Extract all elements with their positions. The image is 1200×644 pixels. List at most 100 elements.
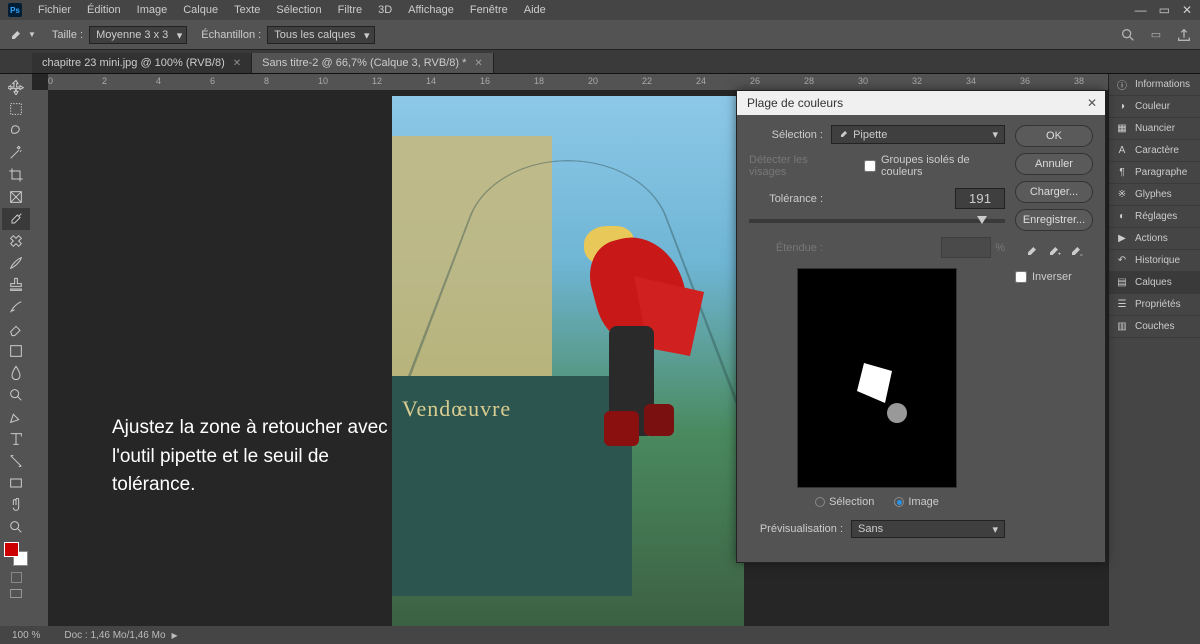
dialog-title-bar[interactable]: Plage de couleurs ✕ xyxy=(737,91,1105,115)
close-tab-icon[interactable]: ✕ xyxy=(474,58,482,69)
rect-tool[interactable] xyxy=(2,472,30,494)
eyedropper-minus-icon[interactable] xyxy=(1068,243,1084,259)
panel-propriétés[interactable]: ☰Propriétés xyxy=(1109,294,1200,316)
quickmask-icon[interactable] xyxy=(11,572,22,583)
panel-nuancier[interactable]: ▦Nuancier xyxy=(1109,118,1200,140)
preview-label: Prévisualisation : xyxy=(749,523,843,535)
path-tool[interactable] xyxy=(2,450,30,472)
selection-dropdown[interactable]: Pipette xyxy=(831,125,1005,144)
panel-actions[interactable]: ▶Actions xyxy=(1109,228,1200,250)
menu-filtre[interactable]: Filtre xyxy=(330,2,370,18)
swatch-icon: ▦ xyxy=(1115,122,1129,136)
preview-image-radio[interactable]: Image xyxy=(894,496,939,508)
screenmode-icon[interactable] xyxy=(8,587,24,604)
tolerance-input[interactable] xyxy=(955,188,1005,209)
canvas[interactable]: Vendœuvre xyxy=(392,96,744,626)
size-select[interactable]: Moyenne 3 x 3 xyxy=(89,26,187,44)
zoom-tool[interactable] xyxy=(2,516,30,538)
lasso-tool[interactable] xyxy=(2,120,30,142)
char-icon: A xyxy=(1115,144,1129,158)
ruler-vertical xyxy=(32,90,48,626)
panel-glyphes[interactable]: ※Glyphes xyxy=(1109,184,1200,206)
menu-3d[interactable]: 3D xyxy=(370,2,400,18)
gradient-tool[interactable] xyxy=(2,340,30,362)
preview-dropdown[interactable]: Sans xyxy=(851,520,1005,538)
eraser-tool[interactable] xyxy=(2,318,30,340)
history-tool[interactable] xyxy=(2,296,30,318)
brush-tool[interactable] xyxy=(2,252,30,274)
document-tab[interactable]: chapitre 23 mini.jpg @ 100% (RVB/8)✕ xyxy=(32,53,252,73)
play-icon: ▶ xyxy=(1115,232,1129,246)
menu-image[interactable]: Image xyxy=(129,2,176,18)
eyedropper-tool[interactable] xyxy=(2,208,30,230)
load-button[interactable]: Charger... xyxy=(1015,181,1093,203)
eyedropper-icon[interactable] xyxy=(1024,243,1040,259)
document-tabs: chapitre 23 mini.jpg @ 100% (RVB/8)✕Sans… xyxy=(0,50,1200,74)
panel-dock: ⓘInformations◑Couleur▦NuancierACaractère… xyxy=(1108,74,1200,626)
isolated-groups-checkbox[interactable]: Groupes isolés de couleurs xyxy=(864,154,1005,178)
zoom-level[interactable]: 100 % xyxy=(12,630,40,641)
toolbox xyxy=(0,74,32,626)
panel-informations[interactable]: ⓘInformations xyxy=(1109,74,1200,96)
selection-label: Sélection : xyxy=(749,129,823,141)
panel-couches[interactable]: ▥Couches xyxy=(1109,316,1200,338)
color-icon: ◑ xyxy=(1115,100,1129,114)
move-tool[interactable] xyxy=(2,76,30,98)
detect-faces-label: Détecter les visages xyxy=(749,154,842,178)
menu-calque[interactable]: Calque xyxy=(175,2,226,18)
marquee-tool[interactable] xyxy=(2,98,30,120)
close-icon[interactable]: ✕ xyxy=(1182,3,1192,17)
menu-sélection[interactable]: Sélection xyxy=(268,2,329,18)
menu-fichier[interactable]: Fichier xyxy=(30,2,79,18)
pen-tool[interactable] xyxy=(2,406,30,428)
hand-tool[interactable] xyxy=(2,494,30,516)
glyph-icon: ※ xyxy=(1115,188,1129,202)
wand-tool[interactable] xyxy=(2,142,30,164)
share-icon[interactable] xyxy=(1176,27,1192,43)
blur-tool[interactable] xyxy=(2,362,30,384)
search-icon[interactable] xyxy=(1120,27,1136,43)
range-label: Étendue : xyxy=(749,242,823,254)
range-input xyxy=(941,237,991,258)
adj-icon: ◐ xyxy=(1115,210,1129,224)
tolerance-label: Tolérance : xyxy=(749,193,823,205)
instruction-text: Ajustez la zone à retoucher avec l'outil… xyxy=(112,414,392,500)
panel-caractère[interactable]: ACaractère xyxy=(1109,140,1200,162)
panel-paragraphe[interactable]: ¶Paragraphe xyxy=(1109,162,1200,184)
invert-checkbox[interactable]: Inverser xyxy=(1015,271,1093,283)
save-button[interactable]: Enregistrer... xyxy=(1015,209,1093,231)
document-tab[interactable]: Sans titre-2 @ 66,7% (Calque 3, RVB/8) *… xyxy=(252,53,494,73)
ok-button[interactable]: OK xyxy=(1015,125,1093,147)
eyedropper-icon xyxy=(8,27,24,43)
eyedropper-plus-icon[interactable] xyxy=(1046,243,1062,259)
panel-réglages[interactable]: ◐Réglages xyxy=(1109,206,1200,228)
maximize-icon[interactable]: ▭ xyxy=(1159,3,1170,17)
menu-texte[interactable]: Texte xyxy=(226,2,268,18)
close-icon[interactable]: ✕ xyxy=(1087,96,1097,110)
sample-select[interactable]: Tous les calques xyxy=(267,26,374,44)
size-label: Taille : xyxy=(52,29,83,41)
panel-calques[interactable]: ▤Calques xyxy=(1109,272,1200,294)
type-tool[interactable] xyxy=(2,428,30,450)
chevron-down-icon[interactable]: ▼ xyxy=(28,30,36,39)
crop-tool[interactable] xyxy=(2,164,30,186)
store-sign: Vendœuvre xyxy=(402,396,511,422)
menu-fenêtre[interactable]: Fenêtre xyxy=(462,2,516,18)
panel-historique[interactable]: ↶Historique xyxy=(1109,250,1200,272)
panel-couleur[interactable]: ◑Couleur xyxy=(1109,96,1200,118)
frame-icon[interactable]: ▭ xyxy=(1148,27,1164,43)
menu-édition[interactable]: Édition xyxy=(79,2,129,18)
minimize-icon[interactable]: — xyxy=(1135,3,1147,17)
close-tab-icon[interactable]: ✕ xyxy=(233,58,241,69)
heal-tool[interactable] xyxy=(2,230,30,252)
tolerance-slider[interactable] xyxy=(749,219,1005,223)
dodge-tool[interactable] xyxy=(2,384,30,406)
cancel-button[interactable]: Annuler xyxy=(1015,153,1093,175)
sample-label: Échantillon : xyxy=(201,29,261,41)
preview-selection-radio[interactable]: Sélection xyxy=(815,496,874,508)
menu-aide[interactable]: Aide xyxy=(516,2,554,18)
stamp-tool[interactable] xyxy=(2,274,30,296)
color-swatches[interactable] xyxy=(4,542,28,566)
frame-tool[interactable] xyxy=(2,186,30,208)
menu-affichage[interactable]: Affichage xyxy=(400,2,462,18)
